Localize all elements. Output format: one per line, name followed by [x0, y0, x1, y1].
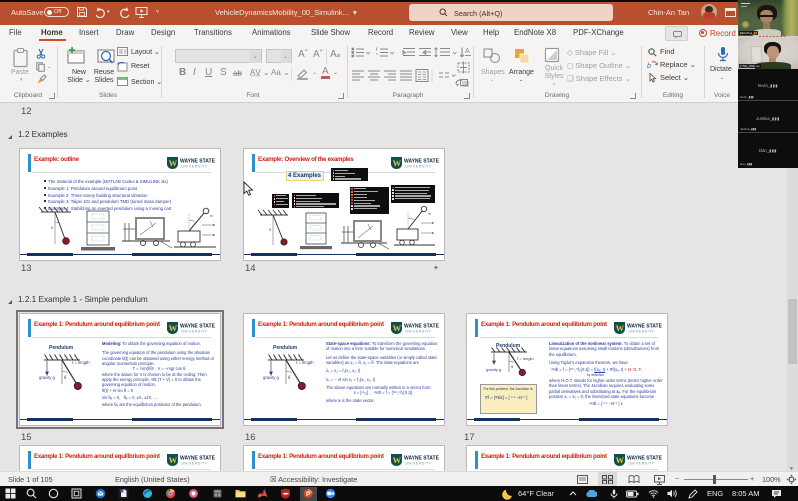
svg-text:UNIVERSITY: UNIVERSITY	[406, 462, 432, 466]
svg-text:W: W	[169, 323, 178, 333]
svg-text:θ: θ	[511, 364, 514, 369]
svg-text:θ: θ	[269, 228, 271, 232]
svg-text:W: W	[393, 455, 402, 465]
svg-text:W: W	[169, 158, 178, 168]
svg-text:θ: θ	[288, 375, 291, 380]
svg-text:P: P	[306, 491, 311, 498]
svg-text:W: W	[393, 323, 402, 333]
svg-text:W: W	[393, 158, 402, 168]
svg-text:UNIVERSITY: UNIVERSITY	[406, 330, 432, 334]
svg-text:W: W	[616, 323, 625, 333]
svg-text:W: W	[616, 455, 625, 465]
svg-text:UNIVERSITY: UNIVERSITY	[629, 330, 655, 334]
svg-text:A: A	[465, 48, 470, 55]
svg-text:m: m	[210, 214, 213, 218]
svg-text:θ: θ	[64, 375, 67, 380]
svg-text:UNIVERSITY: UNIVERSITY	[406, 165, 432, 169]
svg-text:UNIVERSITY: UNIVERSITY	[629, 462, 655, 466]
svg-text:θ: θ	[51, 226, 53, 230]
svg-text:UNIVERSITY: UNIVERSITY	[182, 330, 208, 334]
svg-text:UNIVERSITY: UNIVERSITY	[182, 165, 208, 169]
svg-text:m: m	[428, 212, 431, 216]
svg-text:b: b	[647, 63, 651, 70]
svg-text:UNIVERSITY: UNIVERSITY	[182, 462, 208, 466]
svg-text:W: W	[169, 455, 178, 465]
